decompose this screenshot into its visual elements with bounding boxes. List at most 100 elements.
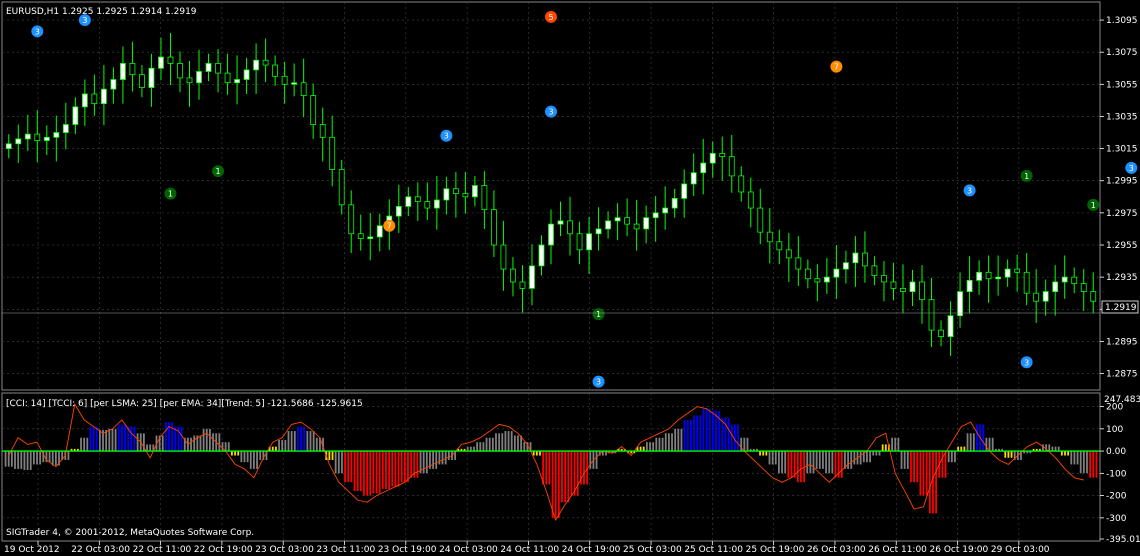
time-tick-label: 26 Oct 03:00 <box>807 545 866 555</box>
candle-body <box>900 287 906 292</box>
price-tick-label: 1.2955 <box>1106 241 1138 251</box>
candle-body <box>985 271 992 280</box>
candle-body <box>1014 268 1021 273</box>
indicator-tick-label: -200 <box>1106 492 1127 502</box>
candle-body <box>167 56 174 64</box>
candle-body <box>215 63 221 74</box>
candle-body <box>319 124 326 138</box>
signal-marker-label: 3 <box>596 378 601 387</box>
candle-body <box>757 207 764 233</box>
candle-body <box>34 133 41 141</box>
candle-body <box>995 276 1002 280</box>
candle-body <box>614 217 621 222</box>
candle-body <box>928 299 935 331</box>
candle-body <box>576 233 583 251</box>
candle-body <box>405 196 412 207</box>
signal-marker-label: 3 <box>967 186 972 195</box>
candle-body <box>348 204 355 235</box>
candle-body <box>890 281 897 289</box>
signal-marker-label: 1 <box>168 190 173 199</box>
candle-body <box>1071 276 1078 284</box>
candle-body <box>862 252 868 267</box>
signal-marker-label: 1 <box>1091 201 1096 210</box>
candle-body <box>1080 283 1087 292</box>
candle-body <box>452 188 459 194</box>
signal-marker-label: 3 <box>444 132 449 141</box>
candle-body <box>53 132 60 138</box>
time-tick-label: 23 Oct 11:00 <box>317 545 376 555</box>
candle-body <box>139 74 145 88</box>
candle-body <box>557 220 564 225</box>
candle-body <box>15 138 22 145</box>
candle-body <box>843 262 849 270</box>
candle-body <box>567 220 573 235</box>
candle-body <box>91 93 98 105</box>
copyright-text: SIGTrader 4, © 2001-2012, MetaQuotes Sof… <box>6 528 254 538</box>
signal-marker-label: 1 <box>596 310 601 319</box>
candle-body <box>262 59 269 66</box>
candle-body <box>253 59 259 71</box>
candle-body <box>690 172 697 185</box>
candle-body <box>414 196 421 203</box>
time-tick-label: 22 Oct 11:00 <box>133 545 192 555</box>
price-tick-label: 1.3035 <box>1106 112 1138 122</box>
price-tick-label: 1.3075 <box>1106 48 1138 58</box>
candle-body <box>947 315 954 337</box>
candle-body <box>1061 276 1068 283</box>
indicator-top-value: 247.483 <box>1104 395 1140 405</box>
candle-body <box>367 236 374 239</box>
candle-body <box>700 162 707 174</box>
candle-body <box>738 175 745 193</box>
candle-body <box>881 275 887 283</box>
indicator-title: [CCI: 14] [TCCI: 6] [per LSMA: 25] [per … <box>6 399 363 409</box>
time-tick-label: 29 Oct 03:00 <box>991 545 1050 555</box>
candle-body <box>938 329 944 337</box>
candle-body <box>747 191 754 209</box>
price-tick-label: 1.2895 <box>1106 337 1138 347</box>
candle-body <box>548 223 554 246</box>
candle-body <box>595 228 602 235</box>
candle-body <box>1052 281 1059 292</box>
indicator-tick-label: 0.00 <box>1106 447 1126 457</box>
time-tick-label: 23 Oct 19:00 <box>378 545 437 555</box>
candle-body <box>814 278 821 283</box>
indicator-tick-label: -300 <box>1106 514 1127 524</box>
candle-body <box>624 217 631 225</box>
candle-body <box>852 252 859 264</box>
signal-marker-label: 1 <box>1024 172 1029 181</box>
time-tick-label: 22 Oct 19:00 <box>194 545 253 555</box>
candle-body <box>129 63 136 76</box>
candle-body <box>823 276 830 283</box>
time-tick-label: 23 Oct 03:00 <box>255 545 314 555</box>
candle-body <box>100 88 107 105</box>
time-tick-label: 26 Oct 19:00 <box>930 545 989 555</box>
candle-body <box>709 153 716 164</box>
candle-body <box>1033 292 1040 302</box>
candle-body <box>81 93 88 108</box>
signal-marker-label: 5 <box>548 13 553 22</box>
time-tick-label: 24 Oct 11:00 <box>500 545 559 555</box>
candle-body <box>376 225 383 238</box>
candle-body <box>62 124 69 133</box>
time-tick-label: 24 Oct 19:00 <box>562 545 621 555</box>
candle-body <box>766 231 773 243</box>
candle-body <box>243 69 250 80</box>
candle-body <box>329 136 336 170</box>
candle-body <box>310 95 317 125</box>
candle-body <box>433 199 440 209</box>
candle-body <box>519 281 526 289</box>
signal-marker-label: 7 <box>387 222 392 231</box>
candle-body <box>529 265 535 289</box>
candle-body <box>795 257 802 270</box>
candle-body <box>205 63 212 72</box>
candle-body <box>586 233 592 251</box>
candle-body <box>462 193 469 198</box>
candle-body <box>443 188 450 201</box>
candle-body <box>681 183 688 199</box>
candle-body <box>186 77 193 84</box>
time-tick-label: 19 Oct 2012 <box>4 545 60 555</box>
signal-marker-label: 7 <box>834 63 839 72</box>
candle-body <box>424 201 431 209</box>
price-tick-label: 1.3095 <box>1106 16 1138 26</box>
trading-chart[interactable]: 33 57331171311333 EURUSD,H1 1.2925 1.2925… <box>0 0 1140 556</box>
